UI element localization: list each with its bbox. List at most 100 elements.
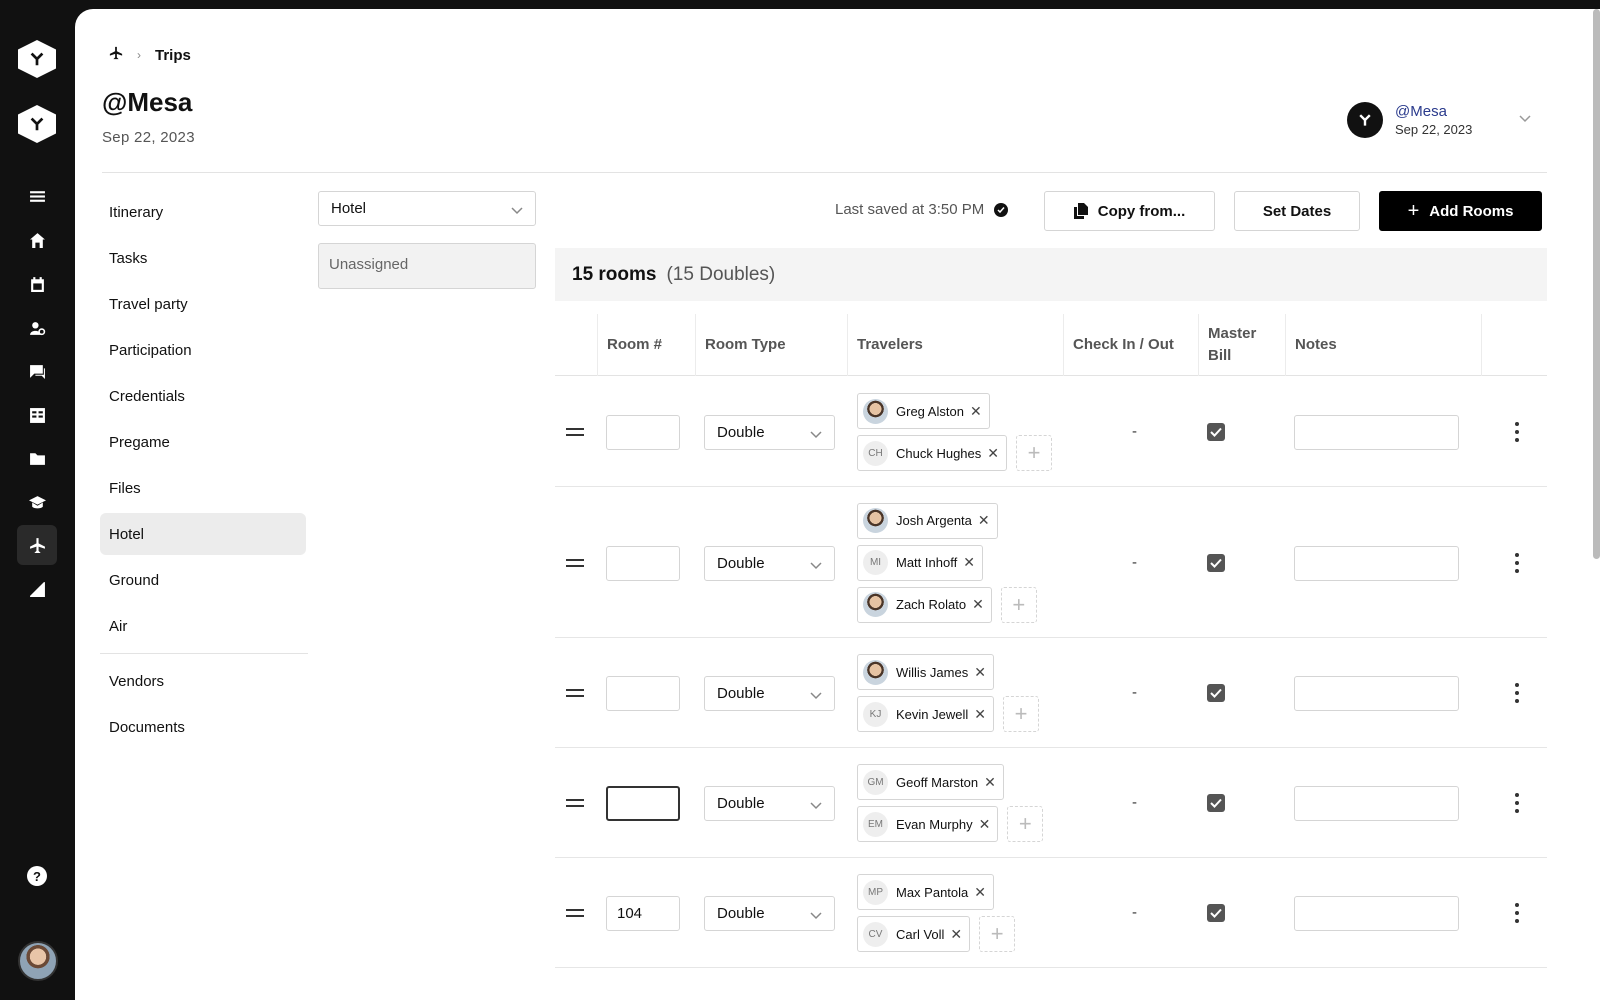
user-avatar[interactable]: [18, 941, 58, 981]
calendar-icon[interactable]: [22, 269, 52, 299]
remove-traveler-icon[interactable]: ✕: [974, 884, 986, 901]
col-master-bill[interactable]: Master Bill: [1198, 314, 1276, 376]
nav-tasks[interactable]: Tasks: [100, 235, 306, 281]
remove-traveler-icon[interactable]: ✕: [979, 816, 991, 833]
add-rooms-button[interactable]: + Add Rooms: [1379, 191, 1542, 231]
user-search-icon[interactable]: [22, 313, 52, 343]
remove-traveler-icon[interactable]: ✕: [970, 403, 982, 420]
col-notes[interactable]: Notes: [1285, 314, 1481, 376]
nav-vendors[interactable]: Vendors: [100, 658, 306, 704]
set-dates-button[interactable]: Set Dates: [1234, 191, 1360, 231]
notes-input[interactable]: [1294, 545, 1459, 581]
add-traveler-button[interactable]: +: [1003, 696, 1039, 732]
drag-handle-icon[interactable]: [566, 558, 584, 567]
check-in-out-value[interactable]: -: [1132, 684, 1137, 701]
notes-input[interactable]: [1294, 676, 1459, 711]
drag-handle-icon[interactable]: [566, 799, 584, 807]
copy-from-button[interactable]: Copy from...: [1044, 191, 1215, 231]
remove-traveler-icon[interactable]: ✕: [963, 554, 975, 571]
traveler-chip[interactable]: MI Matt Inhoff ✕: [857, 544, 983, 581]
room-type-select[interactable]: Double: [704, 676, 835, 711]
master-bill-checkbox[interactable]: [1207, 904, 1225, 922]
more-options-icon[interactable]: [1511, 683, 1523, 703]
remove-traveler-icon[interactable]: ✕: [950, 926, 962, 943]
notes-input[interactable]: [1294, 896, 1459, 931]
home-icon[interactable]: [22, 225, 52, 255]
more-options-icon[interactable]: [1511, 422, 1523, 442]
remove-traveler-icon[interactable]: ✕: [974, 664, 986, 681]
brand-logo[interactable]: [18, 40, 56, 78]
nav-credentials[interactable]: Credentials: [100, 373, 306, 419]
col-room-number[interactable]: Room #: [597, 314, 695, 376]
master-bill-checkbox[interactable]: [1207, 553, 1225, 572]
nav-documents[interactable]: Documents: [100, 704, 306, 750]
drag-handle-icon[interactable]: [566, 909, 584, 917]
chat-icon[interactable]: [22, 356, 52, 386]
nav-travel-party[interactable]: Travel party: [100, 281, 306, 327]
more-options-icon[interactable]: [1511, 903, 1523, 923]
notes-input[interactable]: [1294, 786, 1459, 821]
more-options-icon[interactable]: [1511, 793, 1523, 813]
graduation-icon[interactable]: [22, 487, 52, 517]
room-number-input[interactable]: [606, 415, 680, 450]
breadcrumb-current[interactable]: Trips: [155, 47, 191, 64]
hotel-select[interactable]: Hotel: [318, 191, 536, 226]
unassigned-pool[interactable]: Unassigned: [318, 243, 536, 289]
room-type-select[interactable]: Double: [704, 545, 835, 581]
menu-icon[interactable]: [22, 181, 52, 211]
traveler-chip[interactable]: KJ Kevin Jewell ✕: [857, 696, 994, 732]
notes-input[interactable]: [1294, 415, 1459, 450]
traveler-chip[interactable]: Zach Rolato ✕: [857, 586, 992, 623]
scrollbar[interactable]: [1593, 9, 1600, 559]
nav-ground[interactable]: Ground: [100, 557, 306, 603]
col-room-type[interactable]: Room Type: [695, 314, 847, 376]
check-in-out-value[interactable]: -: [1132, 423, 1137, 440]
traveler-chip[interactable]: CV Carl Voll ✕: [857, 916, 971, 952]
traveler-chip[interactable]: Greg Alston ✕: [857, 393, 990, 429]
traveler-chip[interactable]: EM Evan Murphy ✕: [857, 806, 999, 842]
chart-icon[interactable]: [22, 574, 52, 604]
drag-handle-icon[interactable]: [566, 689, 584, 697]
drag-handle-icon[interactable]: [566, 428, 584, 436]
room-number-input[interactable]: [606, 786, 680, 821]
traveler-chip[interactable]: Josh Argenta ✕: [857, 502, 998, 539]
add-traveler-button[interactable]: +: [979, 916, 1016, 952]
col-travelers[interactable]: Travelers: [847, 314, 1062, 376]
check-in-out-value[interactable]: -: [1132, 794, 1137, 811]
folder-icon[interactable]: [22, 443, 52, 473]
account-switcher[interactable]: @Mesa Sep 22, 2023: [1347, 102, 1531, 138]
master-bill-checkbox[interactable]: [1207, 684, 1225, 702]
room-number-input[interactable]: [606, 896, 680, 931]
more-options-icon[interactable]: [1511, 552, 1523, 573]
room-type-select[interactable]: Double: [704, 415, 835, 450]
add-traveler-button[interactable]: +: [1016, 435, 1053, 471]
remove-traveler-icon[interactable]: ✕: [987, 445, 999, 462]
traveler-chip[interactable]: Willis James ✕: [857, 654, 994, 690]
remove-traveler-icon[interactable]: ✕: [984, 774, 996, 791]
room-type-select[interactable]: Double: [704, 786, 835, 821]
traveler-chip[interactable]: GM Geoff Marston ✕: [857, 764, 1004, 800]
room-number-input[interactable]: [606, 545, 680, 581]
col-check-in-out[interactable]: Check In / Out: [1063, 314, 1198, 376]
nav-hotel[interactable]: Hotel: [100, 513, 306, 555]
nav-pregame[interactable]: Pregame: [100, 419, 306, 465]
master-bill-checkbox[interactable]: [1207, 423, 1225, 441]
remove-traveler-icon[interactable]: ✕: [972, 596, 984, 613]
org-logo[interactable]: [18, 105, 56, 143]
plane-icon[interactable]: [109, 46, 123, 64]
check-in-out-value[interactable]: -: [1132, 554, 1137, 571]
traveler-chip[interactable]: MP Max Pantola ✕: [857, 874, 994, 910]
room-type-select[interactable]: Double: [704, 896, 835, 931]
add-traveler-button[interactable]: +: [1007, 806, 1044, 842]
traveler-chip[interactable]: CH Chuck Hughes ✕: [857, 435, 1008, 471]
master-bill-checkbox[interactable]: [1207, 794, 1225, 812]
check-in-out-value[interactable]: -: [1132, 904, 1137, 921]
table-icon[interactable]: [22, 400, 52, 430]
add-traveler-button[interactable]: +: [1000, 586, 1037, 623]
nav-participation[interactable]: Participation: [100, 327, 306, 373]
nav-itinerary[interactable]: Itinerary: [100, 189, 306, 235]
nav-air[interactable]: Air: [100, 603, 306, 649]
remove-traveler-icon[interactable]: ✕: [978, 512, 990, 529]
help-icon[interactable]: ?: [27, 866, 47, 886]
plane-icon[interactable]: [17, 525, 57, 565]
